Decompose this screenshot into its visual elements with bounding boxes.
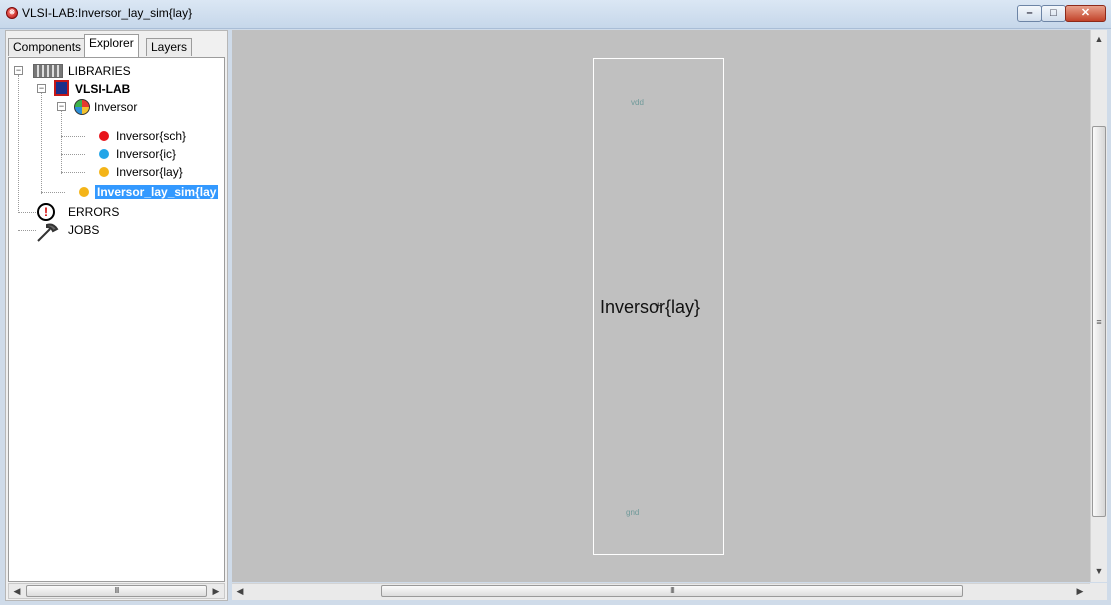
schematic-view-icon (99, 131, 109, 141)
tab-components[interactable]: Components (8, 38, 87, 56)
scroll-up-icon[interactable]: ▲ (1091, 32, 1107, 46)
tree-item-vlsi-lab[interactable]: VLSI-LAB (75, 82, 130, 96)
cell-instance-label[interactable]: Inversor{lay} (600, 297, 700, 318)
tree-item-inversor[interactable]: Inversor (94, 100, 137, 114)
layout-view-icon (99, 167, 109, 177)
tree-item-errors[interactable]: ERRORS (68, 205, 119, 219)
tree-item-inversor-sch[interactable]: Inversor{sch} (116, 129, 186, 143)
layout-view-icon (79, 187, 89, 197)
scroll-right-icon[interactable]: ▶ (1072, 584, 1088, 598)
icon-view-icon (99, 149, 109, 159)
tree-item-inversor-lay-sim[interactable]: Inversor_lay_sim{lay (95, 185, 219, 199)
cell-center-marker: + (655, 300, 662, 312)
collapse-library-icon[interactable]: − (37, 84, 46, 93)
tree-connector (18, 212, 36, 213)
tree-item-inversor-ic[interactable]: Inversor{ic} (116, 147, 176, 161)
jobs-icon (37, 223, 59, 242)
scroll-down-icon[interactable]: ▼ (1091, 564, 1107, 578)
tree-connector (61, 136, 85, 137)
tree-item-inversor-lay[interactable]: Inversor{lay} (116, 165, 183, 179)
port-label-vdd: vdd (631, 98, 644, 107)
cell-group-icon (74, 99, 90, 115)
explorer-tree[interactable]: − LIBRARIES − VLSI-LAB − Inversor Invers… (8, 57, 225, 582)
collapse-libraries-icon[interactable]: − (14, 66, 23, 75)
tree-connector (18, 230, 36, 231)
library-icon (54, 80, 69, 96)
explorer-horizontal-scrollbar[interactable]: ◀ III ▶ (8, 583, 225, 599)
tab-explorer[interactable]: Explorer (84, 34, 139, 57)
title-bar[interactable]: ⊗ VLSI-LAB:Inversor_lay_sim{lay} – □ ✕ (0, 0, 1111, 29)
canvas-horizontal-scrollbar[interactable]: ◀ III ▶ (232, 583, 1090, 600)
tab-layers[interactable]: Layers (146, 38, 193, 56)
libraries-icon (33, 64, 63, 78)
maximize-icon: □ (1050, 7, 1057, 19)
tree-connector (18, 75, 19, 213)
close-icon: ✕ (1080, 7, 1091, 19)
tree-connector (61, 110, 62, 174)
canvas-vertical-scrollbar[interactable]: ▲ ≡ ▼ (1090, 30, 1107, 582)
layout-canvas[interactable]: vdd Inversor{lay} + gnd (232, 30, 1090, 582)
tree-item-jobs[interactable]: JOBS (68, 223, 99, 237)
tree-connector (41, 92, 42, 194)
scroll-left-icon[interactable]: ◀ (232, 584, 248, 598)
minimize-button[interactable]: – (1017, 5, 1042, 22)
horizontal-scrollbar-thumb[interactable]: III (381, 585, 963, 597)
errors-icon: ! (37, 203, 55, 221)
tree-connector (41, 192, 65, 193)
tree-connector (61, 154, 85, 155)
close-button[interactable]: ✕ (1065, 5, 1106, 22)
explorer-panel: Components Explorer Layers − LIBRARIES −… (5, 30, 228, 601)
app-icon[interactable]: ⊗ (6, 7, 18, 19)
scrollbar-thumb[interactable]: III (26, 585, 207, 597)
application-window: ⊗ VLSI-LAB:Inversor_lay_sim{lay} – □ ✕ C… (0, 0, 1111, 605)
window-title: VLSI-LAB:Inversor_lay_sim{lay} (22, 6, 193, 20)
tree-item-libraries[interactable]: LIBRARIES (68, 64, 131, 78)
minimize-icon: – (1026, 7, 1033, 19)
scroll-right-icon[interactable]: ▶ (208, 584, 224, 598)
maximize-button[interactable]: □ (1041, 5, 1066, 22)
collapse-cell-icon[interactable]: − (57, 102, 66, 111)
scrollbar-corner (1090, 583, 1107, 600)
vertical-scrollbar-thumb[interactable]: ≡ (1092, 126, 1106, 517)
tree-connector (61, 172, 85, 173)
port-label-gnd: gnd (626, 508, 640, 517)
scroll-left-icon[interactable]: ◀ (9, 584, 25, 598)
